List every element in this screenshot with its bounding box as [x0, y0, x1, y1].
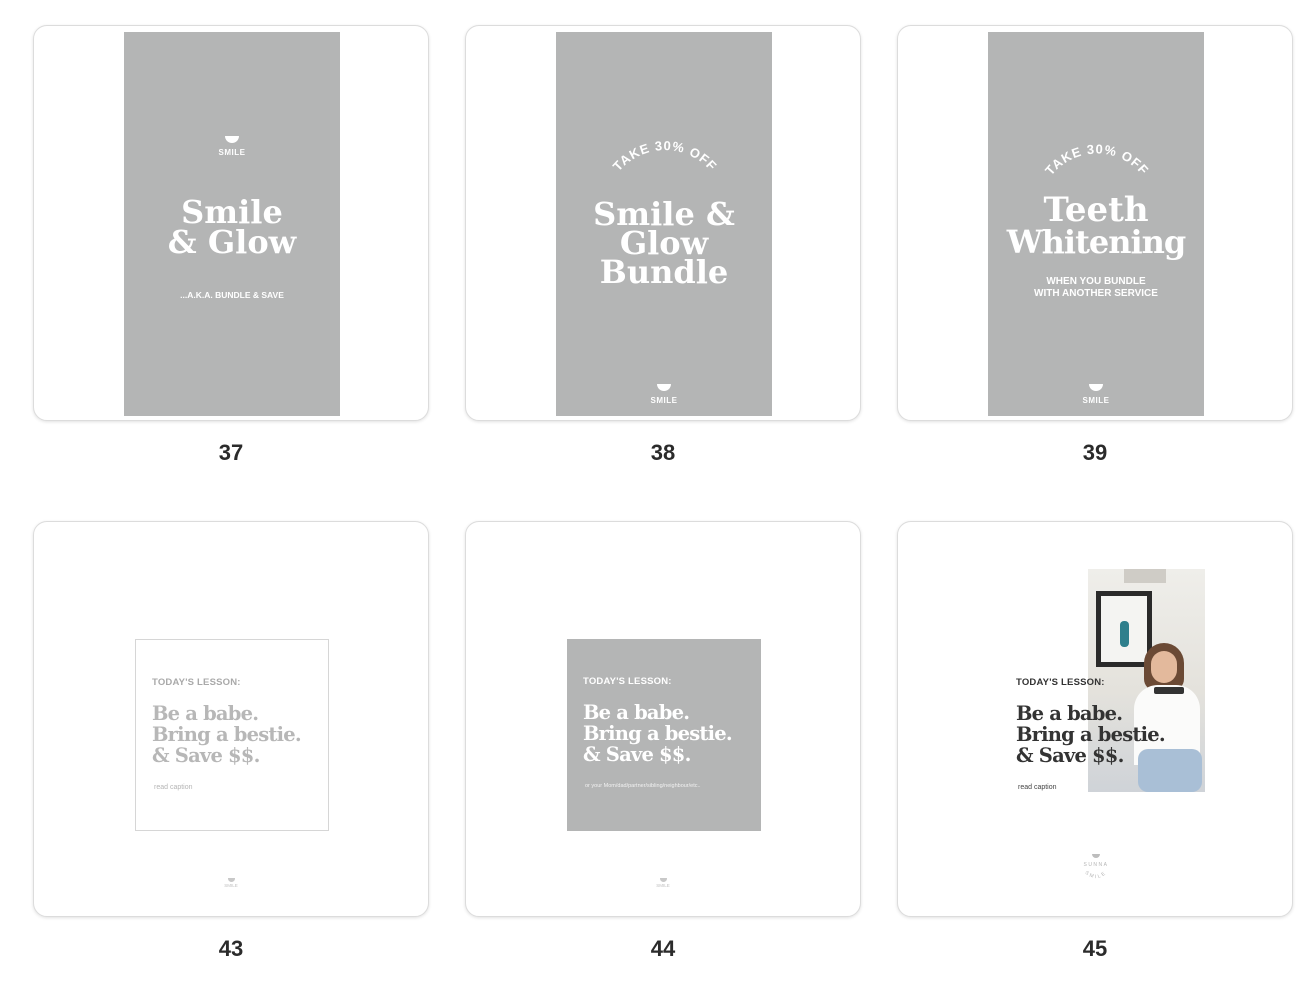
subtitle: ...A.K.A. BUNDLE & SAVE: [180, 290, 284, 300]
headline-line-2: Bring a bestie.: [152, 723, 302, 746]
smile-logo-icon: [657, 384, 671, 391]
svg-text:TAKE 30% OFF: TAKE 30% OFF: [610, 138, 720, 174]
caption: read caption: [154, 784, 193, 791]
headline-line-1: Be a babe.: [583, 701, 690, 724]
template-card-43[interactable]: TODAY'S LESSON: Be a babe. Bring a besti…: [33, 521, 429, 917]
title-line-2: Whitening: [1006, 223, 1187, 261]
title-line-3: Bundle: [599, 253, 729, 291]
caption: read caption: [1018, 784, 1057, 791]
headline-line-3: & Save $$.: [152, 744, 260, 767]
template-preview: TAKE 30% OFF Smile & Glow Bundle SMILE: [556, 32, 772, 416]
lesson-label: TODAY'S LESSON:: [583, 676, 672, 687]
caption: or your Mom/dad/partner/sibling/neighbou…: [585, 783, 701, 789]
brand-logo-image: SUNNA SMILE: [1076, 852, 1116, 888]
smile-logo-icon: [228, 878, 235, 882]
logo-text: SMILE: [218, 148, 246, 157]
logo-text: SMILE: [1082, 396, 1110, 405]
lesson-label: TODAY'S LESSON:: [1016, 677, 1105, 688]
title-line-2: & Glow: [167, 223, 297, 261]
template-preview: SMILE Smile & Glow ...A.K.A. BUNDLE & SA…: [124, 32, 340, 416]
template-number: 43: [218, 936, 244, 961]
template-number: 45: [1082, 936, 1108, 961]
headline-line-2: Bring a bestie.: [1016, 723, 1166, 746]
svg-text:TAKE 30% OFF: TAKE 30% OFF: [1042, 141, 1152, 178]
headline-line-1: Be a babe.: [1016, 702, 1123, 725]
smile-logo-icon: [1089, 384, 1103, 391]
template-number: 38: [650, 440, 676, 465]
logo-text: SMILE: [650, 396, 678, 405]
smile-logo-icon: [225, 136, 239, 143]
face-image: [1151, 651, 1177, 683]
template-preview: TODAY'S LESSON: Be a babe. Bring a besti…: [135, 639, 329, 831]
template-card-38[interactable]: TAKE 30% OFF Smile & Glow Bundle SMILE: [465, 25, 861, 421]
device-image: [1154, 687, 1184, 694]
template-preview: TODAY'S LESSON: Be a babe. Bring a besti…: [898, 522, 1292, 916]
lesson-label: TODAY'S LESSON:: [152, 677, 241, 688]
svg-text:SMILE: SMILE: [1084, 870, 1109, 880]
headline-line-2: Bring a bestie.: [583, 722, 733, 745]
logo-text: SMILE: [224, 883, 238, 888]
template-number: 37: [218, 440, 244, 465]
headline-line-3: & Save $$.: [583, 743, 691, 766]
frame-top-image: [1124, 569, 1166, 583]
logo-text: SMILE: [656, 883, 670, 888]
template-card-37[interactable]: SMILE Smile & Glow ...A.K.A. BUNDLE & SA…: [33, 25, 429, 421]
subtitle-line-1: WHEN YOU BUNDLE: [1046, 276, 1146, 287]
template-number: 39: [1082, 440, 1108, 465]
jeans-image: [1138, 749, 1202, 792]
template-card-45[interactable]: TODAY'S LESSON: Be a babe. Bring a besti…: [897, 521, 1293, 917]
template-preview: TODAY'S LESSON: Be a babe. Bring a besti…: [567, 639, 761, 831]
smile-logo-icon: [660, 878, 667, 882]
framed-artwork-image: [1096, 591, 1152, 667]
title-line-1: Teeth: [1043, 190, 1149, 230]
template-card-44[interactable]: TODAY'S LESSON: Be a babe. Bring a besti…: [465, 521, 861, 917]
headline-line-3: & Save $$.: [1016, 744, 1124, 767]
headline-line-1: Be a babe.: [152, 702, 259, 725]
template-preview: TAKE 30% OFF Teeth Whitening WHEN YOU BU…: [988, 32, 1204, 416]
subtitle-line-2: WITH ANOTHER SERVICE: [1034, 288, 1158, 299]
template-number: 44: [650, 936, 676, 961]
template-card-39[interactable]: TAKE 30% OFF Teeth Whitening WHEN YOU BU…: [897, 25, 1293, 421]
